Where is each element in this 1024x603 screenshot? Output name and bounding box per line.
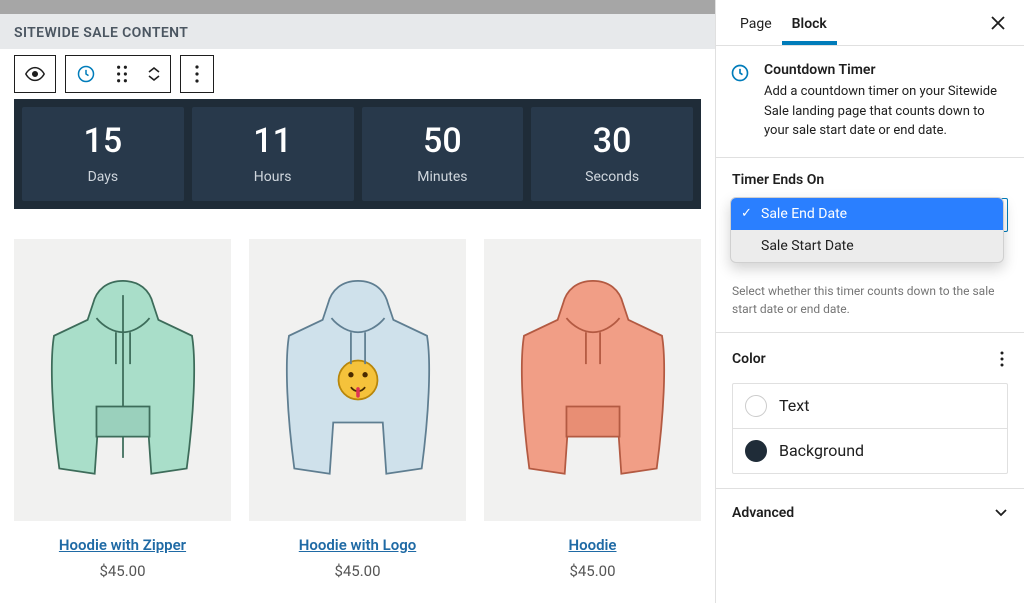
- product-card: Hoodie $45.00: [484, 239, 701, 580]
- block-type-icon: [730, 63, 750, 83]
- timer-minutes: 50 Minutes: [362, 107, 524, 201]
- timer-value: 11: [196, 121, 350, 161]
- hoodie-logo-icon: [268, 265, 448, 495]
- color-label: Color: [732, 351, 766, 367]
- product-name: Hoodie: [484, 535, 701, 554]
- move-up-down[interactable]: [138, 56, 170, 92]
- advanced-section-toggle[interactable]: Advanced: [716, 489, 1024, 537]
- kebab-icon: [1000, 351, 1004, 367]
- text-swatch: [745, 395, 767, 417]
- editor-canvas: SITEWIDE SALE CONTENT: [0, 0, 715, 603]
- block-title: Countdown Timer: [764, 62, 1008, 78]
- more-options-button[interactable]: [181, 56, 213, 92]
- top-gray-bar: [0, 0, 715, 14]
- color-background-label: Background: [779, 441, 864, 460]
- drag-icon: [115, 65, 129, 83]
- product-card: Hoodie with Logo $45.00: [249, 239, 466, 580]
- block-help-text: Add a countdown timer on your Sitewide S…: [764, 82, 1008, 141]
- timer-seconds: 30 Seconds: [531, 107, 693, 201]
- timer-ends-help: Select whether this timer counts down to…: [732, 282, 1008, 318]
- timer-hours: 11 Hours: [192, 107, 354, 201]
- block-icon-button[interactable]: [66, 56, 106, 92]
- product-link[interactable]: Hoodie with Logo: [299, 536, 416, 554]
- timer-days: 15 Days: [22, 107, 184, 201]
- color-options-button[interactable]: [996, 347, 1008, 371]
- advanced-label: Advanced: [732, 505, 794, 521]
- timer-ends-section: Timer Ends On Sale End Date Sale Start D…: [716, 158, 1024, 333]
- toolbar-group-block: [65, 55, 171, 93]
- toolbar-group-preview: [14, 55, 56, 93]
- color-text-label: Text: [779, 396, 809, 415]
- timer-value: 30: [535, 121, 689, 161]
- close-sidebar-button[interactable]: [986, 11, 1010, 35]
- background-swatch: [745, 440, 767, 462]
- tab-block[interactable]: Block: [782, 2, 837, 44]
- eye-icon: [24, 63, 46, 85]
- product-name: Hoodie with Logo: [249, 535, 466, 554]
- dropdown-option-end[interactable]: Sale End Date: [731, 198, 1003, 230]
- color-header: Color: [732, 347, 1008, 371]
- product-name: Hoodie with Zipper: [14, 535, 231, 554]
- clock-icon: [76, 64, 96, 84]
- block-description: Countdown Timer Add a countdown timer on…: [716, 46, 1024, 158]
- content-header: SITEWIDE SALE CONTENT: [0, 14, 715, 49]
- timer-value: 15: [26, 121, 180, 161]
- block-toolbar: [0, 49, 715, 99]
- color-panel: Text Background: [732, 383, 1008, 474]
- product-price: $45.00: [14, 562, 231, 580]
- product-link[interactable]: Hoodie: [568, 536, 616, 554]
- color-section: Color Text Background: [716, 333, 1024, 489]
- chevron-up-icon: [147, 66, 161, 74]
- dropdown-option-start[interactable]: Sale Start Date: [731, 230, 1003, 262]
- timer-label: Seconds: [535, 169, 689, 185]
- kebab-icon: [195, 65, 199, 83]
- product-price: $45.00: [249, 562, 466, 580]
- product-image[interactable]: [249, 239, 466, 521]
- tab-page[interactable]: Page: [730, 2, 782, 44]
- toolbar-group-more: [180, 55, 214, 93]
- hoodie-mint-icon: [33, 265, 213, 495]
- hoodie-coral-icon: [503, 265, 683, 495]
- timer-value: 50: [366, 121, 520, 161]
- chevron-down-icon: [994, 508, 1008, 518]
- preview-button[interactable]: [15, 56, 55, 92]
- product-image[interactable]: [484, 239, 701, 521]
- timer-label: Days: [26, 169, 180, 185]
- color-background-row[interactable]: Background: [733, 428, 1007, 473]
- timer-label: Minutes: [366, 169, 520, 185]
- clock-icon: [730, 63, 750, 83]
- chevron-down-icon: [147, 74, 161, 82]
- sidebar-tabs: Page Block: [716, 0, 1024, 46]
- inspector-sidebar: Page Block Countdown Timer Add a countdo…: [715, 0, 1024, 603]
- product-price: $45.00: [484, 562, 701, 580]
- timer-ends-label: Timer Ends On: [732, 172, 1008, 188]
- timer-ends-dropdown: Sale End Date Sale Start Date: [730, 197, 1004, 263]
- products-grid: Hoodie with Zipper $45.00 Hoodie with Lo…: [0, 209, 715, 580]
- close-icon: [990, 15, 1006, 31]
- block-desc-text-wrap: Countdown Timer Add a countdown timer on…: [764, 62, 1008, 141]
- drag-handle[interactable]: [106, 56, 138, 92]
- countdown-timer-block[interactable]: 15 Days 11 Hours 50 Minutes 30 Seconds: [14, 99, 701, 209]
- section-title: SITEWIDE SALE CONTENT: [14, 25, 701, 41]
- timer-label: Hours: [196, 169, 350, 185]
- product-card: Hoodie with Zipper $45.00: [14, 239, 231, 580]
- product-link[interactable]: Hoodie with Zipper: [59, 536, 186, 554]
- product-image[interactable]: [14, 239, 231, 521]
- color-text-row[interactable]: Text: [733, 384, 1007, 428]
